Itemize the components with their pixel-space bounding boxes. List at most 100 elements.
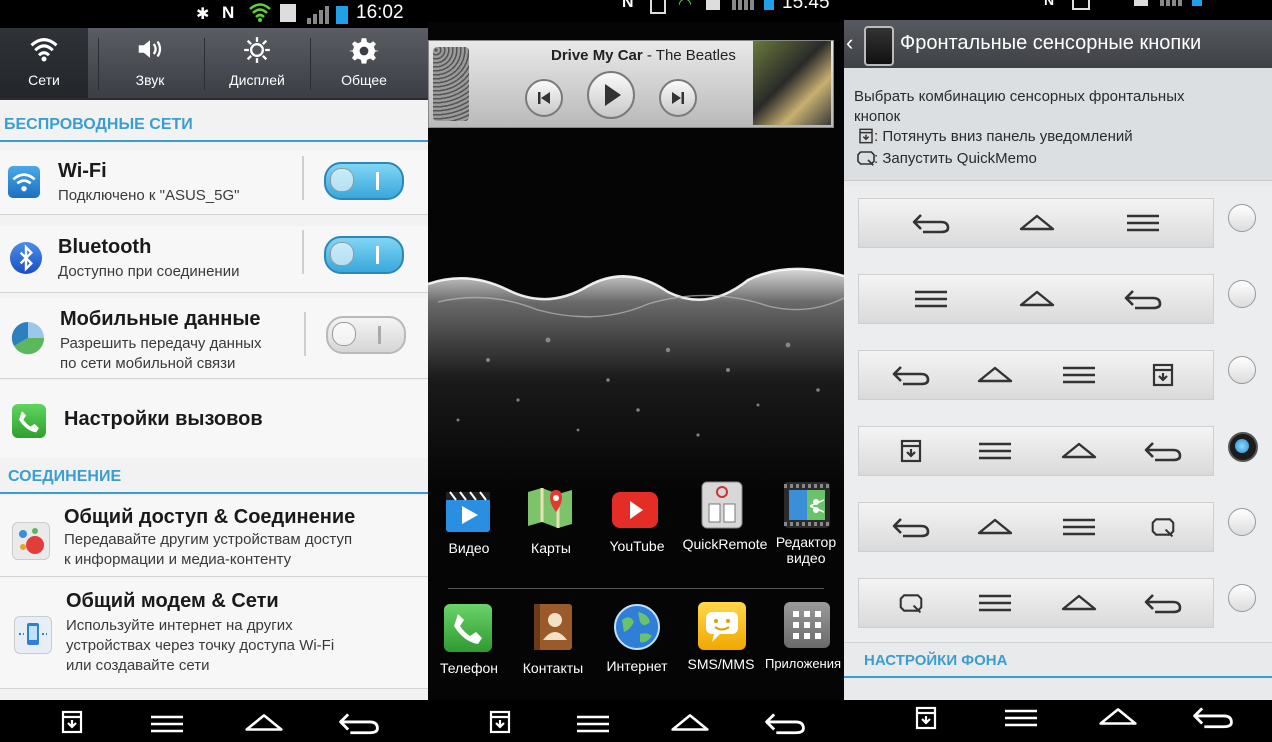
notification-pull-icon[interactable] bbox=[914, 706, 938, 730]
back-chevron-icon[interactable]: ‹ bbox=[846, 30, 853, 56]
home-icon[interactable] bbox=[1094, 704, 1142, 730]
settings-tabs: Сети Звук Дисплей Общее bbox=[0, 28, 428, 100]
tab-display[interactable]: Дисплей bbox=[206, 28, 308, 98]
bluetooth-icon bbox=[10, 242, 42, 274]
mobile-data-subtitle-line2: по сети мобильной связи bbox=[60, 355, 236, 372]
menu-icon bbox=[975, 591, 1015, 615]
app-video[interactable]: Видео bbox=[428, 480, 510, 570]
radio-button[interactable] bbox=[1228, 356, 1256, 384]
music-widget[interactable]: Drive My Car - The Beatles bbox=[428, 40, 834, 128]
notification-pull-icon[interactable] bbox=[60, 710, 84, 734]
wifi-row[interactable]: Wi-Fi Подключено к "ASUS_5G" bbox=[0, 150, 428, 215]
sim-status-icon bbox=[280, 4, 296, 22]
menu-icon[interactable] bbox=[1000, 706, 1042, 730]
button-preview bbox=[858, 274, 1214, 324]
video-app-icon bbox=[444, 488, 492, 536]
bluetooth-toggle[interactable] bbox=[324, 236, 404, 274]
call-settings-row[interactable]: Настройки вызовов bbox=[0, 380, 428, 458]
nfc-status-icon: N bbox=[1044, 0, 1055, 8]
tab-sound[interactable]: Звук bbox=[100, 28, 200, 98]
back-icon bbox=[1143, 591, 1183, 615]
back-icon[interactable] bbox=[1190, 704, 1236, 730]
sharing-subtitle-line2: к информации и медиа-контенту bbox=[64, 551, 292, 568]
radio-button[interactable] bbox=[1228, 508, 1256, 536]
gear-icon bbox=[349, 36, 379, 66]
album-cover[interactable] bbox=[753, 41, 831, 125]
app-quickremote[interactable]: QuickRemote bbox=[680, 480, 768, 570]
tab-general[interactable]: Общее bbox=[312, 28, 416, 98]
screenshot-status-icon bbox=[1072, 0, 1090, 10]
quickmemo-icon bbox=[856, 150, 876, 166]
app-label: Карты bbox=[531, 540, 571, 556]
tethering-title: Общий модем & Сети bbox=[66, 590, 279, 612]
wifi-toggle[interactable] bbox=[324, 162, 404, 200]
home-icon bbox=[975, 363, 1015, 387]
app-youtube[interactable]: YouTube bbox=[592, 480, 680, 570]
sharing-row[interactable]: Общий доступ & Соединение Передавайте др… bbox=[0, 496, 428, 577]
home-icon bbox=[1017, 287, 1057, 311]
dock-divider bbox=[448, 588, 824, 589]
app-phone[interactable]: Телефон bbox=[428, 598, 512, 688]
sim-status-icon bbox=[706, 0, 720, 10]
button-combination-option[interactable] bbox=[844, 262, 1272, 339]
bluetooth-status-icon: ✱ bbox=[196, 6, 210, 23]
quickmemo-icon bbox=[899, 591, 923, 615]
app-row-1: Видео Карты YouTube QuickRemote Редактор… bbox=[428, 480, 844, 576]
bluetooth-row[interactable]: Bluetooth Доступно при соединении bbox=[0, 226, 428, 293]
next-track-button[interactable] bbox=[659, 79, 697, 117]
button-combination-option[interactable] bbox=[844, 338, 1272, 415]
menu-icon bbox=[911, 287, 951, 311]
app-maps[interactable]: Карты bbox=[510, 480, 592, 570]
section-title: БЕСПРОВОДНЫЕ СЕТИ bbox=[4, 116, 193, 133]
app-drawer[interactable]: Приложения bbox=[764, 598, 844, 688]
notification-panel-icon bbox=[858, 128, 874, 144]
app-contacts[interactable]: Контакты bbox=[512, 598, 596, 688]
sim-status-icon bbox=[1134, 0, 1148, 6]
mobile-data-row[interactable]: Мобильные данные Разрешить передачу данн… bbox=[0, 298, 428, 379]
sharing-title: Общий доступ & Соединение bbox=[64, 506, 356, 528]
app-label: QuickRemote bbox=[682, 536, 768, 552]
menu-icon[interactable] bbox=[146, 712, 188, 736]
track-info: Drive My Car - The Beatles bbox=[551, 47, 736, 64]
battery-icon bbox=[764, 0, 774, 10]
touch-buttons-settings: N ‹ Фронтальные сенсорные кнопки Выбрать… bbox=[844, 0, 1272, 700]
nfc-status-icon: N bbox=[222, 3, 235, 22]
button-combination-option[interactable] bbox=[844, 566, 1272, 643]
tethering-icon bbox=[14, 616, 52, 654]
tethering-row[interactable]: Общий модем & Сети Используйте интернет … bbox=[0, 578, 428, 689]
radio-button[interactable] bbox=[1228, 204, 1256, 232]
artist-name: The Beatles bbox=[655, 47, 736, 64]
back-icon bbox=[891, 515, 931, 539]
play-button[interactable] bbox=[587, 71, 635, 119]
back-icon[interactable] bbox=[336, 710, 382, 736]
button-combination-option[interactable] bbox=[844, 414, 1272, 491]
phone-device-icon bbox=[864, 26, 894, 66]
speaker-grille bbox=[433, 47, 469, 121]
button-combination-option[interactable] bbox=[844, 490, 1272, 567]
app-video-editor[interactable]: Редактор видео bbox=[768, 480, 844, 576]
quickremote-app-icon bbox=[700, 480, 744, 530]
button-combination-option[interactable] bbox=[844, 186, 1272, 263]
back-icon bbox=[911, 211, 951, 235]
app-label: Редактор видео bbox=[762, 534, 844, 566]
home-icon bbox=[1017, 211, 1057, 235]
mobile-data-toggle[interactable] bbox=[326, 316, 406, 354]
tab-label: Сети bbox=[28, 72, 60, 88]
previous-track-button[interactable] bbox=[525, 79, 563, 117]
app-label: Телефон bbox=[439, 660, 499, 676]
home-icon[interactable] bbox=[240, 710, 288, 736]
radio-button[interactable] bbox=[1228, 280, 1256, 308]
app-messaging[interactable]: SMS/MMS bbox=[680, 598, 764, 688]
clock: 15:45 bbox=[782, 0, 830, 13]
status-bar: N bbox=[844, 0, 1272, 20]
home-icon[interactable] bbox=[666, 710, 714, 736]
button-preview bbox=[858, 198, 1214, 248]
notification-pull-icon[interactable] bbox=[488, 710, 512, 734]
radio-button[interactable] bbox=[1228, 432, 1258, 462]
back-icon[interactable] bbox=[762, 710, 808, 736]
app-internet[interactable]: Интернет bbox=[596, 598, 680, 688]
tab-networks[interactable]: Сети bbox=[0, 28, 88, 98]
menu-icon bbox=[1123, 211, 1163, 235]
menu-icon[interactable] bbox=[572, 712, 614, 736]
radio-button[interactable] bbox=[1228, 584, 1256, 612]
